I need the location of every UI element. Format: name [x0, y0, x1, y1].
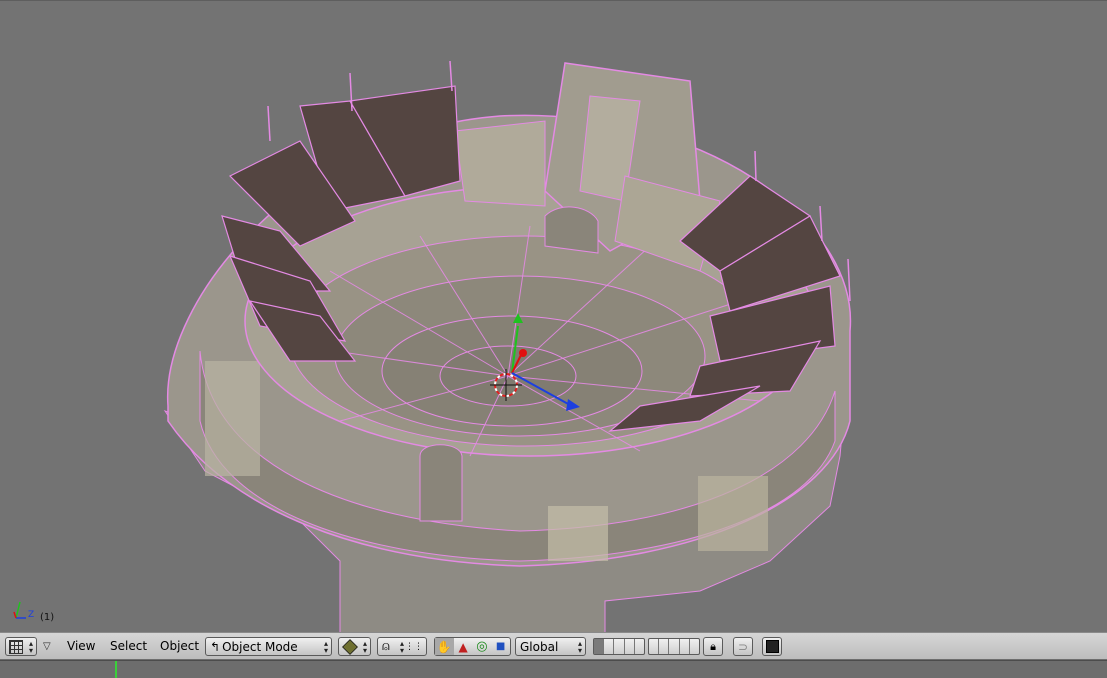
magnet-icon: ⊃ — [737, 639, 749, 654]
lock-layers-button[interactable]: 🔒︎ — [703, 637, 723, 656]
pivot-select[interactable]: ⍝ ▴ ▾ ⋮⋮ — [377, 637, 427, 656]
layer-9[interactable] — [680, 639, 690, 654]
image-icon — [765, 640, 779, 653]
orientation-select-value: Global — [520, 639, 559, 654]
menu-object[interactable]: Object — [160, 639, 199, 653]
layer-6[interactable] — [649, 639, 660, 654]
layer-5[interactable] — [635, 639, 644, 654]
frame-number: (1) — [40, 612, 55, 623]
solid-cube-icon — [342, 638, 358, 655]
layer-3[interactable] — [614, 639, 625, 654]
grid-icon — [9, 639, 23, 654]
viewport-header: ▴ ▾ ▽ View Select Object ↰ Object Mode ▴ ▾… — [0, 632, 1107, 660]
manipulator-toolbar: ✋ ▲ ◎ ■ — [434, 637, 511, 656]
layer-8[interactable] — [669, 639, 680, 654]
lock-icon: 🔒︎ — [710, 639, 716, 653]
current-frame-marker[interactable] — [115, 661, 117, 678]
align-icon: ⋮⋮ — [405, 641, 423, 652]
menu-view[interactable]: View — [67, 639, 95, 653]
mode-select[interactable]: ↰ Object Mode ▴ ▾ — [205, 637, 332, 656]
updown-arrows-icon: ▴ ▾ — [28, 638, 33, 655]
rotate-icon[interactable]: ◎ — [473, 639, 492, 654]
layer-buttons-group-1[interactable] — [593, 638, 645, 655]
timeline-strip[interactable] — [0, 660, 1107, 678]
collapse-menu-icon[interactable]: ▽ — [43, 641, 51, 652]
updown-arrows-icon: ▴ ▾ — [399, 638, 404, 655]
hand-icon[interactable]: ✋ — [435, 638, 454, 655]
view-axis-icon — [13, 601, 26, 619]
mode-select-value: Object Mode — [222, 639, 298, 654]
colosseum-model[interactable] — [0, 1, 1107, 633]
translate-icon[interactable]: ▲ — [454, 640, 473, 654]
menu-select[interactable]: Select — [110, 639, 147, 653]
layer-7[interactable] — [659, 639, 670, 654]
layer-2[interactable] — [604, 639, 615, 654]
snap-button[interactable]: ⊃ — [733, 637, 753, 656]
render-preview-button[interactable] — [762, 637, 782, 656]
layer-10[interactable] — [690, 639, 699, 654]
layer-4[interactable] — [625, 639, 635, 654]
pivot-icon: ⍝ — [382, 639, 390, 654]
updown-arrows-icon: ▴ ▾ — [577, 638, 582, 655]
updown-arrows-icon: ▴ ▾ — [362, 638, 367, 655]
layer-1[interactable] — [594, 639, 605, 654]
draw-type-select[interactable]: ▴ ▾ — [338, 637, 371, 656]
updown-arrows-icon: ▴ ▾ — [323, 638, 328, 655]
scale-icon[interactable]: ■ — [491, 641, 510, 652]
orientation-select[interactable]: Global ▴ ▾ — [515, 637, 586, 656]
layer-buttons-group-2[interactable] — [648, 638, 700, 655]
3d-viewport[interactable]: Z (1) — [0, 0, 1107, 633]
editor-type-button[interactable]: ▴ ▾ — [5, 637, 37, 656]
object-mode-icon: ↰ — [210, 639, 221, 654]
axis-z-label: Z — [28, 610, 35, 620]
